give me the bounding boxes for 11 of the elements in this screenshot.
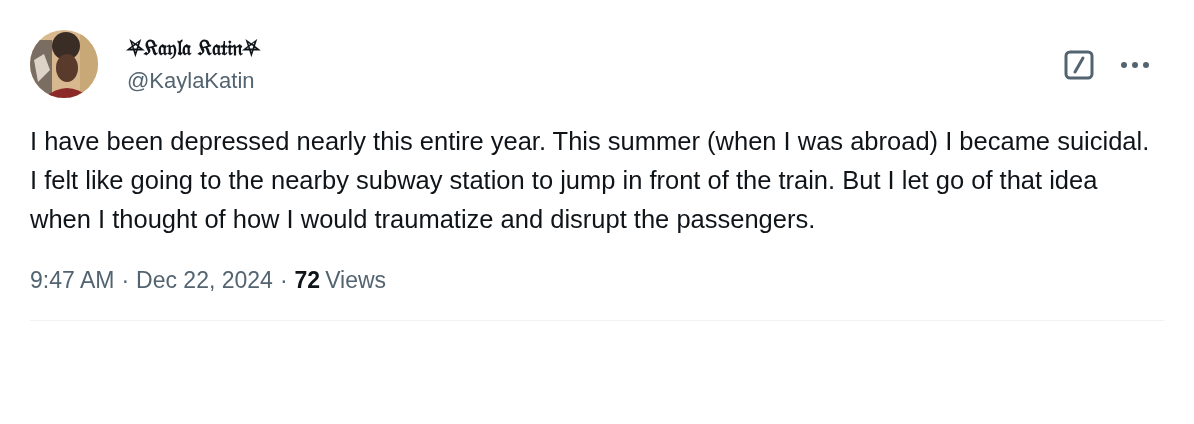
user-handle[interactable]: @KaylaKatin — [127, 66, 1064, 96]
separator-dot: · — [279, 267, 288, 294]
display-name[interactable]: ⛧𝔎𝔞𝔶𝔩𝔞 𝔎𝔞𝔱𝔦𝔫⛧ — [127, 34, 1064, 62]
slash-box-icon[interactable] — [1064, 50, 1094, 80]
views-label: Views — [325, 267, 387, 294]
more-icon[interactable] — [1120, 60, 1150, 70]
tweet-text: I have been depressed nearly this entire year. This summer (when I was abroad) I became suicidal. I felt like going to the nearby subway station to jump in front of the train. But I let go of that idea when I thought of how I would traumatize and disrupt the passengers. — [30, 126, 1150, 235]
view-count: 72 — [294, 267, 321, 294]
tweet-date[interactable]: Dec 22, 2024 — [136, 267, 273, 294]
tweet-time[interactable]: 9:47 AM — [30, 267, 115, 294]
separator-dot: · — [121, 267, 130, 294]
